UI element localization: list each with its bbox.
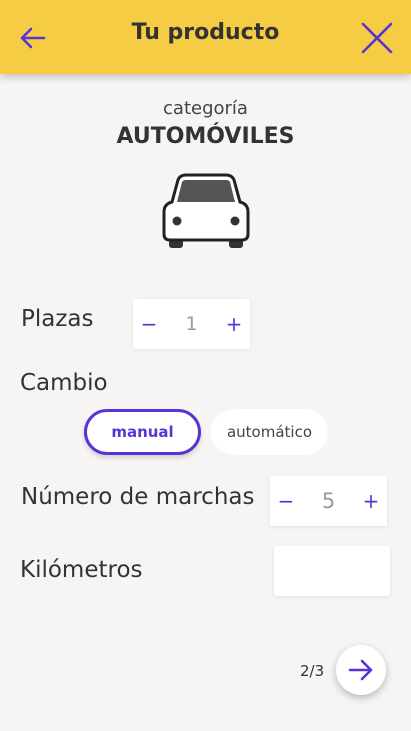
marchas-decrement-button[interactable]: − <box>271 476 301 526</box>
plazas-stepper: − 1 + <box>133 299 250 349</box>
marchas-increment-button[interactable]: + <box>356 476 386 526</box>
close-button[interactable] <box>358 20 396 56</box>
plazas-label: Plazas <box>21 306 94 332</box>
close-icon <box>361 22 393 54</box>
kilometros-input[interactable] <box>274 546 390 596</box>
page-title: Tu producto <box>131 20 280 45</box>
marchas-value: 5 <box>321 489 336 513</box>
arrow-right-icon <box>348 659 373 681</box>
next-button[interactable] <box>336 645 386 695</box>
category-name: AUTOMÓVILES <box>116 124 295 149</box>
plazas-value: 1 <box>185 313 198 335</box>
marchas-label: Número de marchas <box>21 484 255 510</box>
cambio-label: Cambio <box>20 370 108 396</box>
category-label: categoría <box>163 98 248 119</box>
cambio-option-manual[interactable]: manual <box>84 409 201 455</box>
plazas-decrement-button[interactable]: − <box>134 299 164 349</box>
page-indicator: 2/3 <box>300 662 325 680</box>
cambio-option-automatico[interactable]: automático <box>211 409 328 455</box>
header-bar: Tu producto <box>0 0 411 74</box>
plazas-increment-button[interactable]: + <box>219 299 249 349</box>
car-icon <box>162 173 250 248</box>
kilometros-label: Kilómetros <box>20 557 143 583</box>
marchas-stepper: − 5 + <box>270 476 387 526</box>
